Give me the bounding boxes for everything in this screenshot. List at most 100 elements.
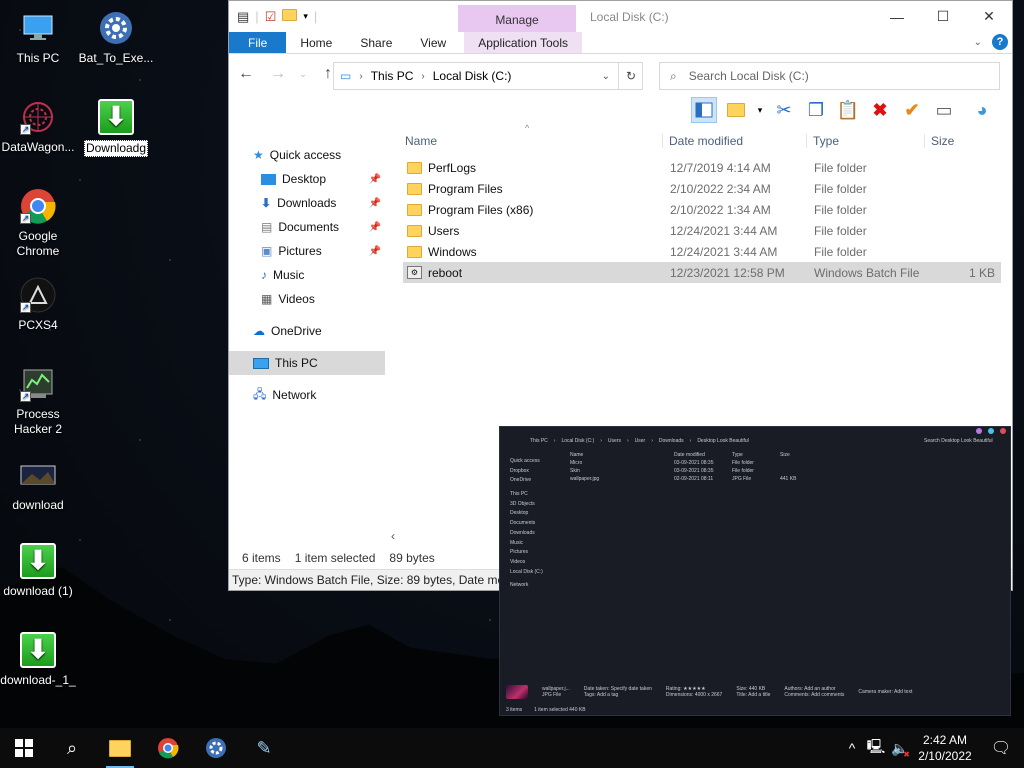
network-status-icon[interactable]: 🖳 [864, 736, 888, 760]
refresh-button[interactable]: ↻ [618, 62, 643, 90]
volume-muted-icon[interactable]: 🔈 ✖ [888, 740, 912, 759]
taskbar-chrome[interactable] [144, 728, 192, 768]
cut-icon[interactable]: ✂ [771, 97, 797, 123]
pin-icon[interactable]: 📌 [369, 174, 381, 185]
taskbar-file-explorer[interactable] [96, 728, 144, 768]
paste-icon[interactable]: 📋 [835, 97, 861, 123]
nav-onedrive[interactable]: ☁ OneDrive [229, 319, 385, 343]
search-input[interactable]: ⌕ Search Local Disk (C:) [659, 62, 1000, 90]
tab-share[interactable]: Share [346, 32, 406, 53]
desktop-icon-datawagon[interactable]: ↗ DataWagon... [0, 97, 76, 155]
process-hacker-icon: ↗ [18, 364, 58, 404]
breadcrumb-this-pc[interactable]: This PC [371, 69, 414, 83]
file-row[interactable]: Users 12/24/2021 3:44 AM File folder [403, 220, 1001, 241]
notification-center-icon[interactable]: 🗨 [978, 738, 1024, 758]
status-selected-size: 89 bytes [389, 551, 435, 565]
status-bar: 6 items 1 item selected 89 bytes [229, 547, 435, 569]
copy-icon[interactable]: ❐ [803, 97, 829, 123]
nav-documents[interactable]: ▤ Documents 📌 [229, 215, 385, 239]
ribbon-expand-icon[interactable]: ⌄ [974, 37, 982, 48]
desktop-icon-pcxs4[interactable]: ↗ PCXS4 [0, 275, 76, 333]
dropdown-arrow-icon[interactable]: ▾ [755, 97, 765, 123]
network-icon: 🖧 [253, 386, 267, 401]
column-header-date[interactable]: Date modified [662, 134, 806, 148]
nav-quick-access[interactable]: ★ Quick access [229, 143, 385, 167]
tab-home[interactable]: Home [286, 32, 346, 53]
horizontal-scroll-left-button[interactable]: ‹ [385, 529, 505, 545]
clock[interactable]: 2:42 AM 2/10/2022 [912, 732, 978, 764]
batch-file-icon: ⚙ [407, 266, 422, 279]
properties-icon[interactable]: ☑ [265, 9, 277, 25]
pin-icon[interactable]: 📌 [369, 222, 381, 233]
address-bar[interactable]: ▭ › This PC › Local Disk (C:) ⌄ [333, 62, 643, 90]
forward-button[interactable]: → [267, 65, 289, 83]
nav-music[interactable]: ♪ Music [229, 263, 385, 287]
address-dropdown-icon[interactable]: ⌄ [602, 71, 610, 82]
file-row[interactable]: Program Files (x86) 2/10/2022 1:34 AM Fi… [403, 199, 1001, 220]
document-icon: ▤ [261, 220, 273, 234]
tab-application-tools[interactable]: Application Tools [464, 32, 583, 53]
column-header-type[interactable]: Type [806, 134, 924, 148]
start-button[interactable] [0, 728, 48, 768]
nav-network[interactable]: 🖧 Network [229, 383, 385, 407]
recent-locations-icon[interactable]: ⌄ [299, 69, 307, 80]
preview-pane-icon[interactable] [691, 97, 717, 123]
desktop-icon-this-pc[interactable]: This PC [0, 8, 76, 66]
file-row[interactable]: Program Files 2/10/2022 2:34 AM File fol… [403, 178, 1001, 199]
nav-label: Music [273, 268, 305, 282]
desktop-icon-label: This PC [16, 51, 60, 65]
column-header-size[interactable]: Size [924, 134, 999, 148]
download-arrow-icon: ⬇ [261, 196, 272, 210]
desktop-icon-bat-to-exe[interactable]: Bat_To_Exe... [78, 8, 154, 66]
nav-label: Quick access [269, 148, 342, 162]
nav-this-pc[interactable]: This PC [229, 351, 385, 375]
nav-desktop[interactable]: Desktop 📌 [229, 167, 385, 191]
desktop-icon-download-_1_[interactable]: ⬇ download-_1_ [0, 630, 76, 688]
maximize-button[interactable]: ☐ [920, 1, 966, 32]
desktop-icon-download[interactable]: download [0, 455, 76, 513]
checkmark-icon[interactable]: ✔ [899, 97, 925, 123]
pin-icon[interactable]: 📌 [369, 246, 381, 257]
file-row-selected[interactable]: ⚙ reboot 12/23/2021 12:58 PM Windows Batc… [403, 262, 1001, 283]
thumb-nav-item: Local Disk (C:) [510, 568, 543, 575]
file-row[interactable]: PerfLogs 12/7/2019 4:14 AM File folder [403, 157, 1001, 178]
rename-icon[interactable]: ▭ [931, 97, 957, 123]
pcxs4-icon: ↗ [18, 275, 58, 315]
folder-icon [407, 161, 422, 174]
column-header-name[interactable]: Name [401, 134, 662, 148]
delete-icon[interactable]: ✖ [867, 97, 893, 123]
help-icon[interactable]: ? [992, 34, 1008, 50]
file-row[interactable]: Windows 12/24/2021 3:44 AM File folder [403, 241, 1001, 262]
new-folder-icon[interactable] [282, 9, 298, 24]
pin-icon[interactable]: 📌 [369, 198, 381, 209]
gear-icon [96, 8, 136, 48]
desktop-icon-label: PCXS4 [18, 318, 58, 332]
close-button[interactable]: ✕ [966, 1, 1012, 32]
desktop-icon-process-hacker[interactable]: ↗ Process Hacker 2 [0, 364, 76, 437]
globe-icon[interactable]: ◕ [969, 97, 995, 123]
customize-qat-icon[interactable]: ▾ [303, 11, 308, 22]
column-headers: ^ Name Date modified Type Size [401, 123, 1012, 155]
taskbar-notepad[interactable]: ✎ [240, 728, 288, 768]
desktop-icon-download-1[interactable]: ⬇ download (1) [0, 541, 76, 599]
tab-file[interactable]: File [229, 32, 287, 53]
show-hidden-icons-chevron-icon[interactable]: ^ [840, 740, 864, 756]
search-button[interactable]: ⌕ [48, 728, 96, 768]
red-dot-icon [1000, 428, 1006, 434]
breadcrumb-local-disk[interactable]: Local Disk (C:) [433, 69, 512, 83]
nav-pictures[interactable]: ▣ Pictures 📌 [229, 239, 385, 263]
shortcut-arrow-icon: ↗ [20, 391, 31, 402]
back-button[interactable]: ← [235, 65, 257, 83]
desktop-icon-downloadg[interactable]: ⬇ Downloadg [78, 97, 154, 157]
nav-downloads[interactable]: ⬇ Downloads 📌 [229, 191, 385, 215]
minimize-button[interactable]: — [874, 1, 920, 32]
manage-context-tab[interactable]: Manage [458, 5, 576, 32]
thumb-nav-item: Documents [510, 520, 536, 527]
taskbar-bat-to-exe[interactable] [192, 728, 240, 768]
nav-videos[interactable]: ▦ Videos [229, 287, 385, 311]
file-name: Program Files [428, 181, 503, 196]
dark-explorer-preview-window[interactable]: This PC › Local Disk (C:) › Users › User › D… [499, 426, 1011, 716]
desktop-icon-google-chrome[interactable]: ↗ Google Chrome [0, 186, 76, 259]
tab-view[interactable]: View [406, 32, 460, 53]
folder-options-icon[interactable] [723, 97, 749, 123]
